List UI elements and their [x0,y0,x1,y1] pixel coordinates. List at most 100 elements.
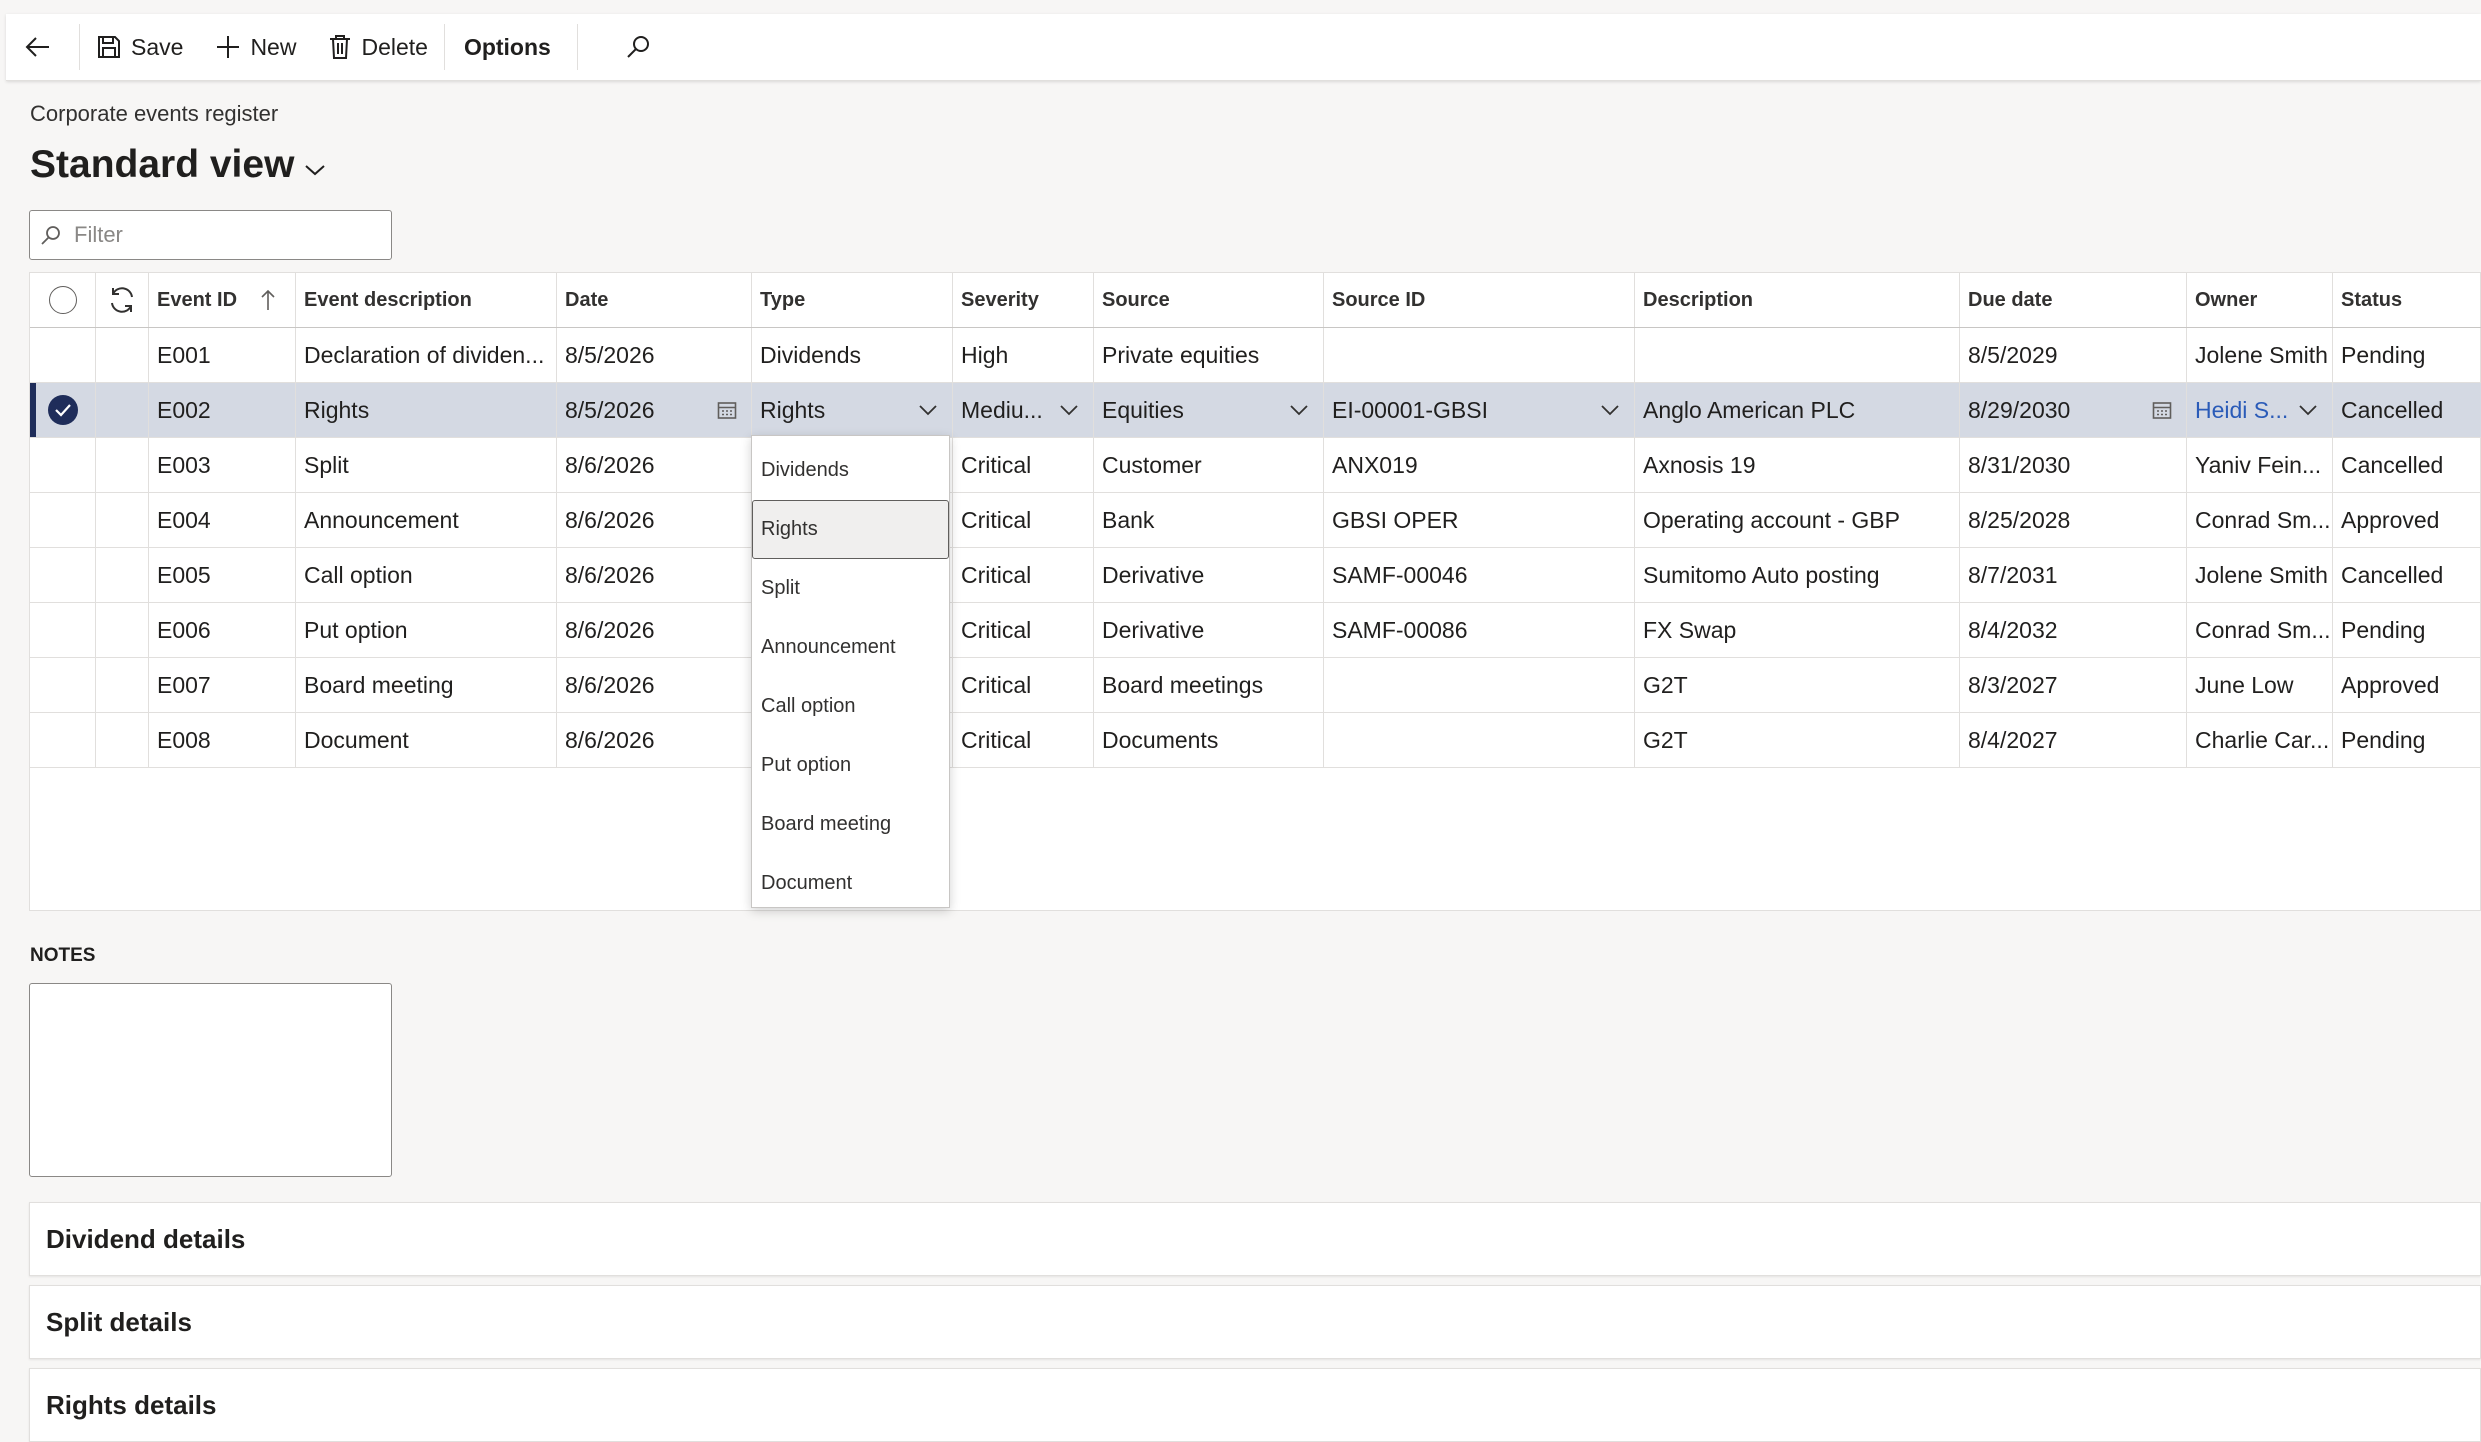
cell-due-date[interactable]: 8/7/2031 [1960,548,2187,602]
cell-date[interactable]: 8/5/2026 [557,328,752,382]
new-button[interactable]: New [199,14,312,80]
select-all-cell[interactable] [30,273,96,327]
cell-event-id[interactable]: E002 [149,383,296,437]
table-row[interactable]: E006 Put option 8/6/2026 Critical Deriva… [30,603,2481,658]
cell-source-id[interactable]: SAMF-00086 [1324,603,1635,657]
cell-event-description[interactable]: Split [296,438,557,492]
cell-date[interactable]: 8/6/2026 [557,603,752,657]
chevron-down-icon[interactable] [1600,404,1620,416]
severity-combobox[interactable]: Mediu... [953,383,1094,437]
cell-status[interactable]: Cancelled [2333,438,2481,492]
column-header-severity[interactable]: Severity [953,273,1094,327]
cell-due-date[interactable]: 8/5/2029 [1960,328,2187,382]
cell-status[interactable]: Approved [2333,658,2481,712]
cell-event-id[interactable]: E007 [149,658,296,712]
cell-source[interactable]: Derivative [1094,548,1324,602]
table-row[interactable]: E005 Call option 8/6/2026 Critical Deriv… [30,548,2481,603]
dropdown-option-rights[interactable]: Rights [752,500,949,559]
source-id-combobox[interactable]: EI-00001-GBSI [1324,383,1635,437]
cell-status[interactable]: Pending [2333,713,2481,767]
cell-severity[interactable]: Critical [953,548,1094,602]
dropdown-option-dividends[interactable]: Dividends [752,441,949,500]
chevron-down-icon[interactable] [918,404,938,416]
cell-source[interactable]: Documents [1094,713,1324,767]
table-row[interactable]: E008 Document 8/6/2026 Critical Document… [30,713,2481,768]
cell-severity[interactable]: Critical [953,658,1094,712]
column-header-description[interactable]: Description [1635,273,1960,327]
cell-source[interactable]: Customer [1094,438,1324,492]
filter-input[interactable] [74,222,374,248]
cell-event-description[interactable]: Announcement [296,493,557,547]
table-row[interactable]: E001 Declaration of dividen... 8/5/2026 … [30,328,2481,383]
row-checked-icon[interactable] [47,395,78,425]
cell-event-id[interactable]: E005 [149,548,296,602]
cell-source-id[interactable] [1324,658,1635,712]
row-select-cell[interactable] [30,658,96,712]
cell-owner[interactable]: Charlie Car... [2187,713,2333,767]
row-select-cell[interactable] [30,713,96,767]
cell-owner[interactable]: June Low [2187,658,2333,712]
cell-status[interactable]: Cancelled [2333,548,2481,602]
column-header-source-id[interactable]: Source ID [1324,273,1635,327]
cell-source-id[interactable] [1324,328,1635,382]
cell-owner[interactable]: Conrad Sm... [2187,493,2333,547]
cell-source[interactable]: Board meetings [1094,658,1324,712]
cell-description[interactable]: Anglo American PLC [1635,383,1960,437]
column-header-status[interactable]: Status [2333,273,2481,327]
date-picker-field[interactable]: 8/5/2026 [557,383,752,437]
notes-textarea[interactable] [30,984,391,1176]
cell-event-description[interactable]: Call option [296,548,557,602]
cell-owner[interactable]: Conrad Sm... [2187,603,2333,657]
table-row[interactable]: E007 Board meeting 8/6/2026 Critical Boa… [30,658,2481,713]
cell-event-description[interactable]: Put option [296,603,557,657]
fasttab-rights-details[interactable]: Rights details [29,1368,2481,1442]
cell-severity[interactable]: Critical [953,603,1094,657]
search-button[interactable] [577,14,678,80]
column-header-date[interactable]: Date [557,273,752,327]
cell-status[interactable]: Pending [2333,603,2481,657]
cell-description[interactable]: Axnosis 19 [1635,438,1960,492]
column-header-event-id[interactable]: Event ID [149,273,296,327]
cell-source-id[interactable]: GBSI OPER [1324,493,1635,547]
cell-event-id[interactable]: E003 [149,438,296,492]
cell-event-id[interactable]: E004 [149,493,296,547]
cell-source-id[interactable]: SAMF-00046 [1324,548,1635,602]
cell-date[interactable]: 8/6/2026 [557,658,752,712]
cell-source[interactable]: Private equities [1094,328,1324,382]
select-all-radio[interactable] [48,286,77,314]
dropdown-option-call-option[interactable]: Call option [752,677,949,736]
fasttab-split-details[interactable]: Split details [29,1285,2481,1359]
column-header-owner[interactable]: Owner [2187,273,2333,327]
refresh-icon[interactable] [107,285,137,315]
column-header-source[interactable]: Source [1094,273,1324,327]
cell-event-id[interactable]: E001 [149,328,296,382]
dropdown-option-announcement[interactable]: Announcement [752,618,949,677]
table-row-selected[interactable]: E002 Rights 8/5/2026 Rights Mediu... Equ… [30,383,2481,438]
cell-source-id[interactable] [1324,713,1635,767]
row-select-cell[interactable] [30,493,96,547]
cell-description[interactable] [1635,328,1960,382]
dropdown-option-board-meeting[interactable]: Board meeting [752,795,949,854]
cell-event-id[interactable]: E006 [149,603,296,657]
cell-date[interactable]: 8/6/2026 [557,438,752,492]
cell-severity[interactable]: Critical [953,438,1094,492]
cell-date[interactable]: 8/6/2026 [557,493,752,547]
delete-button[interactable]: Delete [312,14,443,80]
row-select-cell[interactable] [30,438,96,492]
cell-date[interactable]: 8/6/2026 [557,713,752,767]
source-combobox[interactable]: Equities [1094,383,1324,437]
cell-event-description[interactable]: Board meeting [296,658,557,712]
cell-event-description[interactable]: Document [296,713,557,767]
row-select-cell[interactable] [30,548,96,602]
cell-description[interactable]: Operating account - GBP [1635,493,1960,547]
cell-type[interactable]: Dividends [752,328,953,382]
cell-status[interactable]: Approved [2333,493,2481,547]
dropdown-option-document[interactable]: Document [752,854,949,913]
dropdown-option-put-option[interactable]: Put option [752,736,949,795]
cell-severity[interactable]: Critical [953,713,1094,767]
cell-status[interactable]: Cancelled [2333,383,2481,437]
cell-severity[interactable]: Critical [953,493,1094,547]
column-header-event-description[interactable]: Event description [296,273,557,327]
cell-source-id[interactable]: ANX019 [1324,438,1635,492]
cell-source[interactable]: Derivative [1094,603,1324,657]
